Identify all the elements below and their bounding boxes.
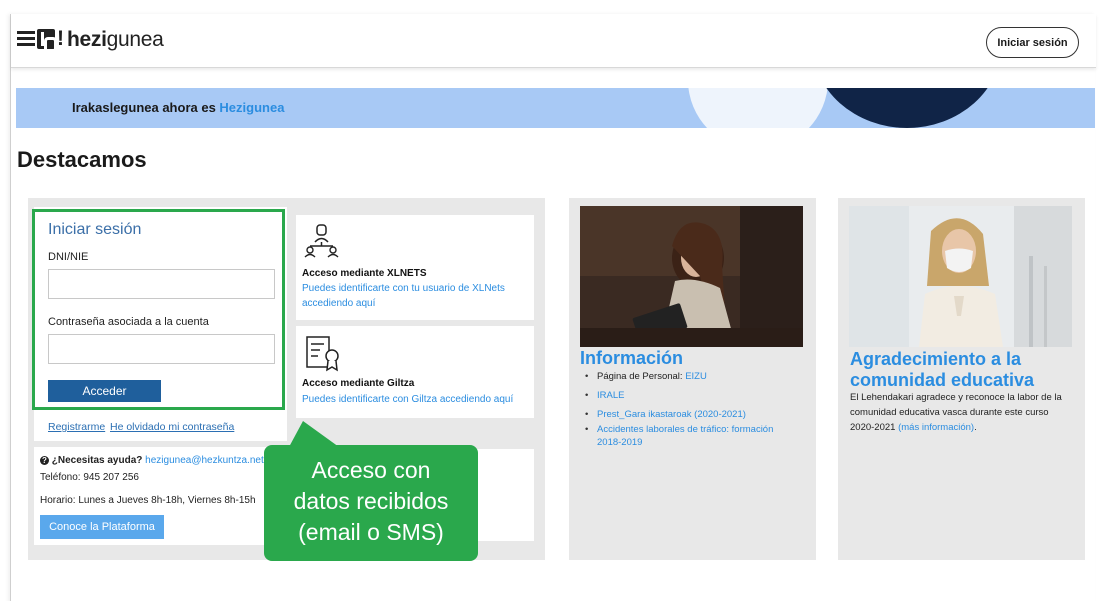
giltza-desc[interactable]: Puedes identificarte con Giltza accedien… — [302, 392, 513, 407]
list-item: Página de Personal: EIZU — [578, 370, 813, 383]
list-item: Accidentes laborales de tráfico: formaci… — [578, 423, 813, 449]
banner-text-main: Irakaslegunea ahora es — [72, 100, 220, 115]
help-question-text: ¿Necesitas ayuda? — [51, 455, 143, 466]
platform-button[interactable]: Conoce la Plataforma — [40, 515, 164, 539]
agradecimiento-title-line2: comunidad educativa — [850, 370, 1035, 390]
logo-text[interactable]: hezigunea — [67, 28, 164, 52]
callout-line2: datos recibidos — [293, 488, 449, 514]
xlnets-title: Acceso mediante XLNETS — [302, 268, 427, 279]
logo-exclamation: ! — [57, 27, 64, 50]
forgot-password-link[interactable]: He olvidado mi contraseña — [110, 421, 234, 433]
menu-icon[interactable] — [17, 31, 35, 47]
highlight-box — [32, 209, 285, 410]
section-title: Destacamos — [17, 147, 147, 172]
help-phone: Teléfono: 945 207 256 — [40, 472, 139, 483]
logo-text-bold: hezi — [67, 28, 107, 51]
banner-text: Irakaslegunea ahora es Hezigunea — [72, 100, 284, 115]
callout-line1: Acceso con — [311, 457, 431, 483]
giltza-title: Acceso mediante Giltza — [302, 378, 415, 389]
agradecimiento-p-line2: comunidad educativa vasca durante este c… — [850, 407, 1049, 418]
help-email-link[interactable]: hezigunea@hezkuntza.net — [145, 455, 264, 466]
banner-link[interactable]: Hezigunea — [219, 100, 284, 115]
agradecimiento-title-line1: Agradecimiento a la — [850, 349, 1022, 369]
callout-bubble: Acceso con datos recibidos (email o SMS) — [264, 445, 478, 561]
list-item: Prest_Gara ikastaroak (2020-2021) — [578, 408, 813, 421]
certificate-icon — [306, 336, 339, 372]
list-item-text: Página de Personal: — [597, 371, 686, 382]
agradecimiento-p-end: . — [974, 422, 977, 433]
logo-text-rest: gunea — [106, 28, 164, 51]
prest-gara-link[interactable]: Prest_Gara ikastaroak (2020-2021) — [597, 409, 746, 420]
xlnets-desc-line2: accediendo aquí — [302, 298, 376, 309]
woman-mask-image — [849, 206, 1072, 347]
agradecimiento-paragraph: El Lehendakari agradece y reconoce la la… — [850, 390, 1080, 435]
woman-tablet-image — [580, 206, 803, 347]
callout-line3: (email o SMS) — [298, 519, 444, 545]
agradecimiento-p-line3: 2020-2021 (más información). — [850, 420, 1080, 435]
help-hours: Horario: Lunes a Jueves 8h-18h, Viernes … — [40, 495, 256, 506]
register-link[interactable]: Registrarme — [48, 421, 105, 433]
xlnets-desc-line1: Puedes identificarte con tu usuario de X… — [302, 283, 505, 294]
accidentes-link[interactable]: Accidentes laborales de tráfico: formaci… — [597, 424, 773, 435]
agradecimiento-photo — [849, 206, 1072, 347]
header-login-button[interactable]: Iniciar sesión — [986, 27, 1079, 58]
accidentes-link-year[interactable]: 2018-2019 — [597, 437, 642, 448]
agradecimiento-p-line1: El Lehendakari agradece y reconoce la la… — [850, 392, 1062, 403]
eizu-link[interactable]: EIZU — [685, 371, 707, 382]
irale-link[interactable]: IRALE — [597, 390, 624, 401]
top-header: ! hezigunea Iniciar sesión — [11, 14, 1096, 68]
help-circle-icon: ? — [40, 456, 49, 465]
agradecimiento-title: Agradecimiento a la comunidad educativa — [850, 349, 1034, 391]
list-item: IRALE — [578, 389, 813, 402]
help-question: ? ¿Necesitas ayuda? hezigunea@hezkuntza.… — [40, 455, 264, 466]
informacion-title: Información — [580, 348, 684, 368]
user-network-icon — [304, 224, 339, 258]
logo-icon[interactable] — [37, 29, 57, 49]
informacion-list: Página de Personal: EIZU IRALE Prest_Gar… — [578, 370, 813, 449]
callout-pointer — [289, 421, 339, 447]
xlnets-desc[interactable]: Puedes identificarte con tu usuario de X… — [302, 281, 505, 311]
announcement-banner: Irakaslegunea ahora es Hezigunea — [16, 88, 1095, 128]
informacion-photo — [580, 206, 803, 347]
banner-decoration-dark — [812, 88, 1002, 128]
banner-decoration-light — [688, 88, 828, 128]
mas-informacion-link[interactable]: (más información) — [898, 422, 974, 433]
agradecimiento-p-year: 2020-2021 — [850, 422, 899, 433]
